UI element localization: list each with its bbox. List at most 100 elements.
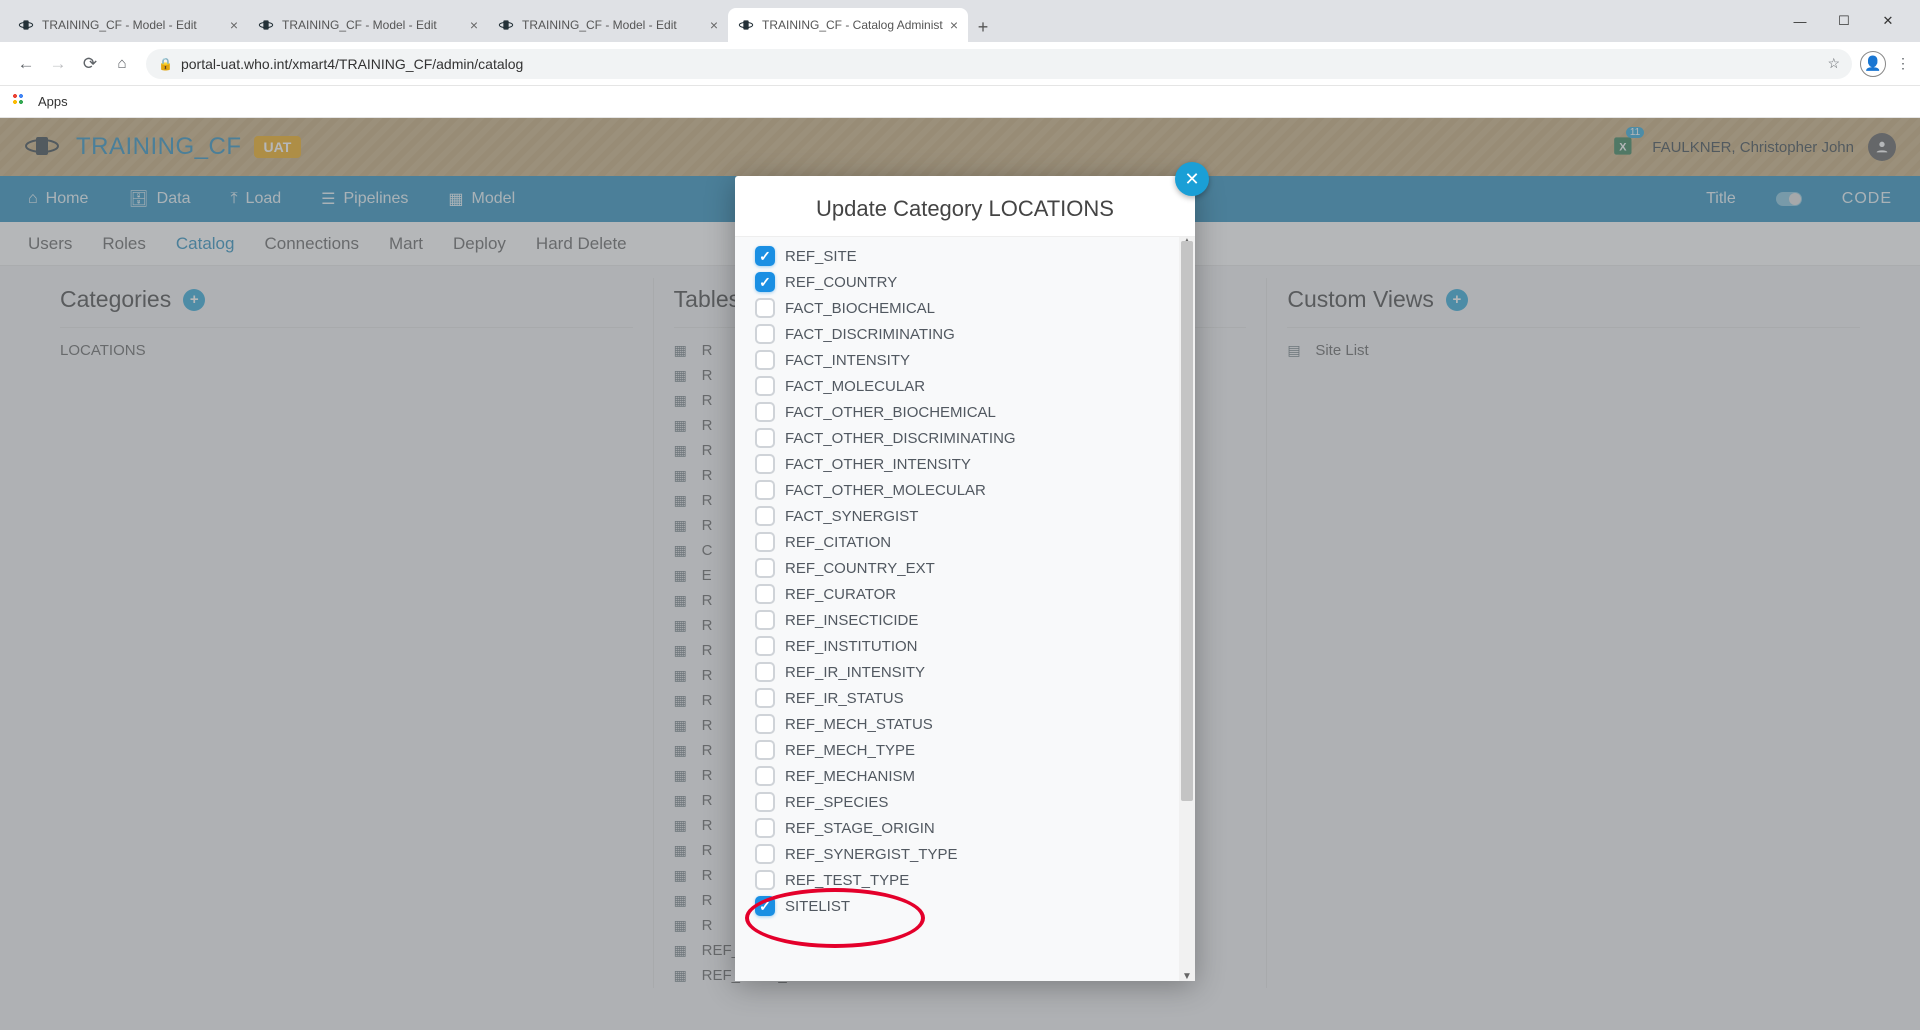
tab-close-icon[interactable]: × — [950, 17, 958, 33]
categories-title: Categories — [60, 286, 171, 313]
nav-pipelines[interactable]: ☰Pipelines — [321, 189, 408, 209]
new-tab-button[interactable]: + — [968, 12, 998, 42]
checkbox-label: FACT_SYNERGIST — [785, 508, 918, 525]
subnav-connections[interactable]: Connections — [264, 234, 359, 254]
apps-icon[interactable] — [12, 93, 30, 111]
table-label: R — [702, 792, 713, 809]
category-label: LOCATIONS — [60, 342, 146, 359]
menu-icon[interactable]: ⋮ — [1896, 55, 1910, 72]
checkbox[interactable] — [755, 636, 775, 656]
checkbox[interactable] — [755, 376, 775, 396]
custom-views-title: Custom Views — [1287, 286, 1434, 313]
checkbox[interactable] — [755, 246, 775, 266]
apps-label[interactable]: Apps — [38, 94, 68, 109]
checkbox[interactable] — [755, 714, 775, 734]
checkbox-label: REF_IR_INTENSITY — [785, 664, 925, 681]
app-title[interactable]: TRAINING_CF — [76, 133, 242, 161]
subnav-roles[interactable]: Roles — [102, 234, 145, 254]
checkbox[interactable] — [755, 792, 775, 812]
minimize-button[interactable]: — — [1778, 6, 1822, 36]
checkbox[interactable] — [755, 896, 775, 916]
subnav-hard-delete[interactable]: Hard Delete — [536, 234, 627, 254]
tab-close-icon[interactable]: × — [710, 17, 718, 33]
tab-title: TRAINING_CF - Model - Edit — [42, 18, 224, 32]
browser-tab[interactable]: TRAINING_CF - Model - Edit × — [8, 8, 248, 42]
add-view-button[interactable]: + — [1446, 289, 1468, 311]
tab-close-icon[interactable]: × — [470, 17, 478, 33]
checkbox[interactable] — [755, 740, 775, 760]
checkbox[interactable] — [755, 662, 775, 682]
nav-home[interactable]: ⌂Home — [28, 190, 88, 208]
checkbox[interactable] — [755, 818, 775, 838]
table-label: R — [702, 842, 713, 859]
checkbox[interactable] — [755, 272, 775, 292]
table-label: R — [702, 917, 713, 934]
checkbox-label: REF_INSTITUTION — [785, 638, 918, 655]
custom-view-item[interactable]: ▤Site List — [1287, 338, 1860, 363]
table-checkbox-row: REF_STAGE_ORIGIN — [755, 815, 1195, 841]
nav-model[interactable]: ▦Model — [448, 189, 515, 209]
checkbox[interactable] — [755, 688, 775, 708]
url-field[interactable]: 🔒 portal-uat.who.int/xmart4/TRAINING_CF/… — [146, 49, 1852, 79]
table-label: E — [702, 567, 712, 584]
custom-views-column: Custom Views + ▤Site List — [1266, 278, 1880, 988]
scroll-down-icon[interactable]: ▼ — [1179, 971, 1195, 981]
browser-tab[interactable]: TRAINING_CF - Catalog Administ× — [728, 8, 968, 42]
user-name[interactable]: FAULKNER, Christopher John — [1652, 139, 1854, 156]
app-header: TRAINING_CF UAT X 11 FAULKNER, Christoph… — [0, 118, 1920, 176]
checkbox[interactable] — [755, 584, 775, 604]
browser-tab[interactable]: TRAINING_CF - Model - Edit × — [248, 8, 488, 42]
star-icon[interactable]: ☆ — [1827, 55, 1840, 72]
table-label: R — [702, 817, 713, 834]
subnav-deploy[interactable]: Deploy — [453, 234, 506, 254]
title-toggle-label: Title — [1706, 190, 1736, 208]
nav-load[interactable]: ⤒Load — [230, 190, 281, 208]
back-button[interactable]: ← — [10, 48, 42, 80]
checkbox[interactable] — [755, 350, 775, 370]
checkbox[interactable] — [755, 298, 775, 318]
excel-export-icon[interactable]: X 11 — [1612, 133, 1638, 162]
reload-button[interactable]: ⟳ — [74, 48, 106, 80]
subnav-catalog[interactable]: Catalog — [176, 234, 235, 254]
checkbox[interactable] — [755, 844, 775, 864]
table-icon: ▦ — [674, 642, 692, 659]
modal-scrollbar[interactable]: ▲ ▼ — [1179, 237, 1195, 981]
checkbox[interactable] — [755, 428, 775, 448]
table-label: R — [702, 517, 713, 534]
table-icon: ▦ — [674, 842, 692, 859]
checkbox[interactable] — [755, 506, 775, 526]
table-label: R — [702, 717, 713, 734]
upload-icon: ⤒ — [230, 190, 237, 208]
checkbox[interactable] — [755, 610, 775, 630]
maximize-button[interactable]: ☐ — [1822, 6, 1866, 36]
checkbox[interactable] — [755, 766, 775, 786]
user-avatar-icon[interactable] — [1868, 133, 1896, 161]
checkbox[interactable] — [755, 454, 775, 474]
categories-column: Categories + LOCATIONS — [40, 278, 653, 988]
modal-close-button[interactable]: ✕ — [1175, 162, 1209, 196]
subnav-mart[interactable]: Mart — [389, 234, 423, 254]
browser-tab[interactable]: TRAINING_CF - Model - Edit× — [488, 8, 728, 42]
checkbox[interactable] — [755, 480, 775, 500]
scroll-thumb[interactable] — [1181, 241, 1193, 801]
category-item[interactable]: LOCATIONS — [60, 338, 633, 363]
checkbox[interactable] — [755, 532, 775, 552]
browser-tab-strip: TRAINING_CF - Model - Edit×TRAINING_CF -… — [0, 0, 1920, 42]
home-button[interactable]: ⌂ — [106, 48, 138, 80]
checkbox[interactable] — [755, 558, 775, 578]
title-code-toggle[interactable] — [1776, 192, 1802, 206]
close-window-button[interactable]: ✕ — [1866, 6, 1910, 36]
model-icon: ▦ — [448, 189, 463, 209]
profile-icon[interactable]: 👤 — [1860, 51, 1886, 77]
table-checkbox-row: REF_MECH_STATUS — [755, 711, 1195, 737]
tab-close-icon[interactable]: × — [230, 17, 238, 33]
forward-button[interactable]: → — [42, 48, 74, 80]
nav-data[interactable]: 🗄Data — [128, 189, 190, 209]
checkbox[interactable] — [755, 870, 775, 890]
add-category-button[interactable]: + — [183, 289, 205, 311]
checkbox[interactable] — [755, 402, 775, 422]
table-icon: ▦ — [674, 692, 692, 709]
tab-title: TRAINING_CF - Model - Edit — [282, 18, 464, 32]
subnav-users[interactable]: Users — [28, 234, 72, 254]
checkbox[interactable] — [755, 324, 775, 344]
